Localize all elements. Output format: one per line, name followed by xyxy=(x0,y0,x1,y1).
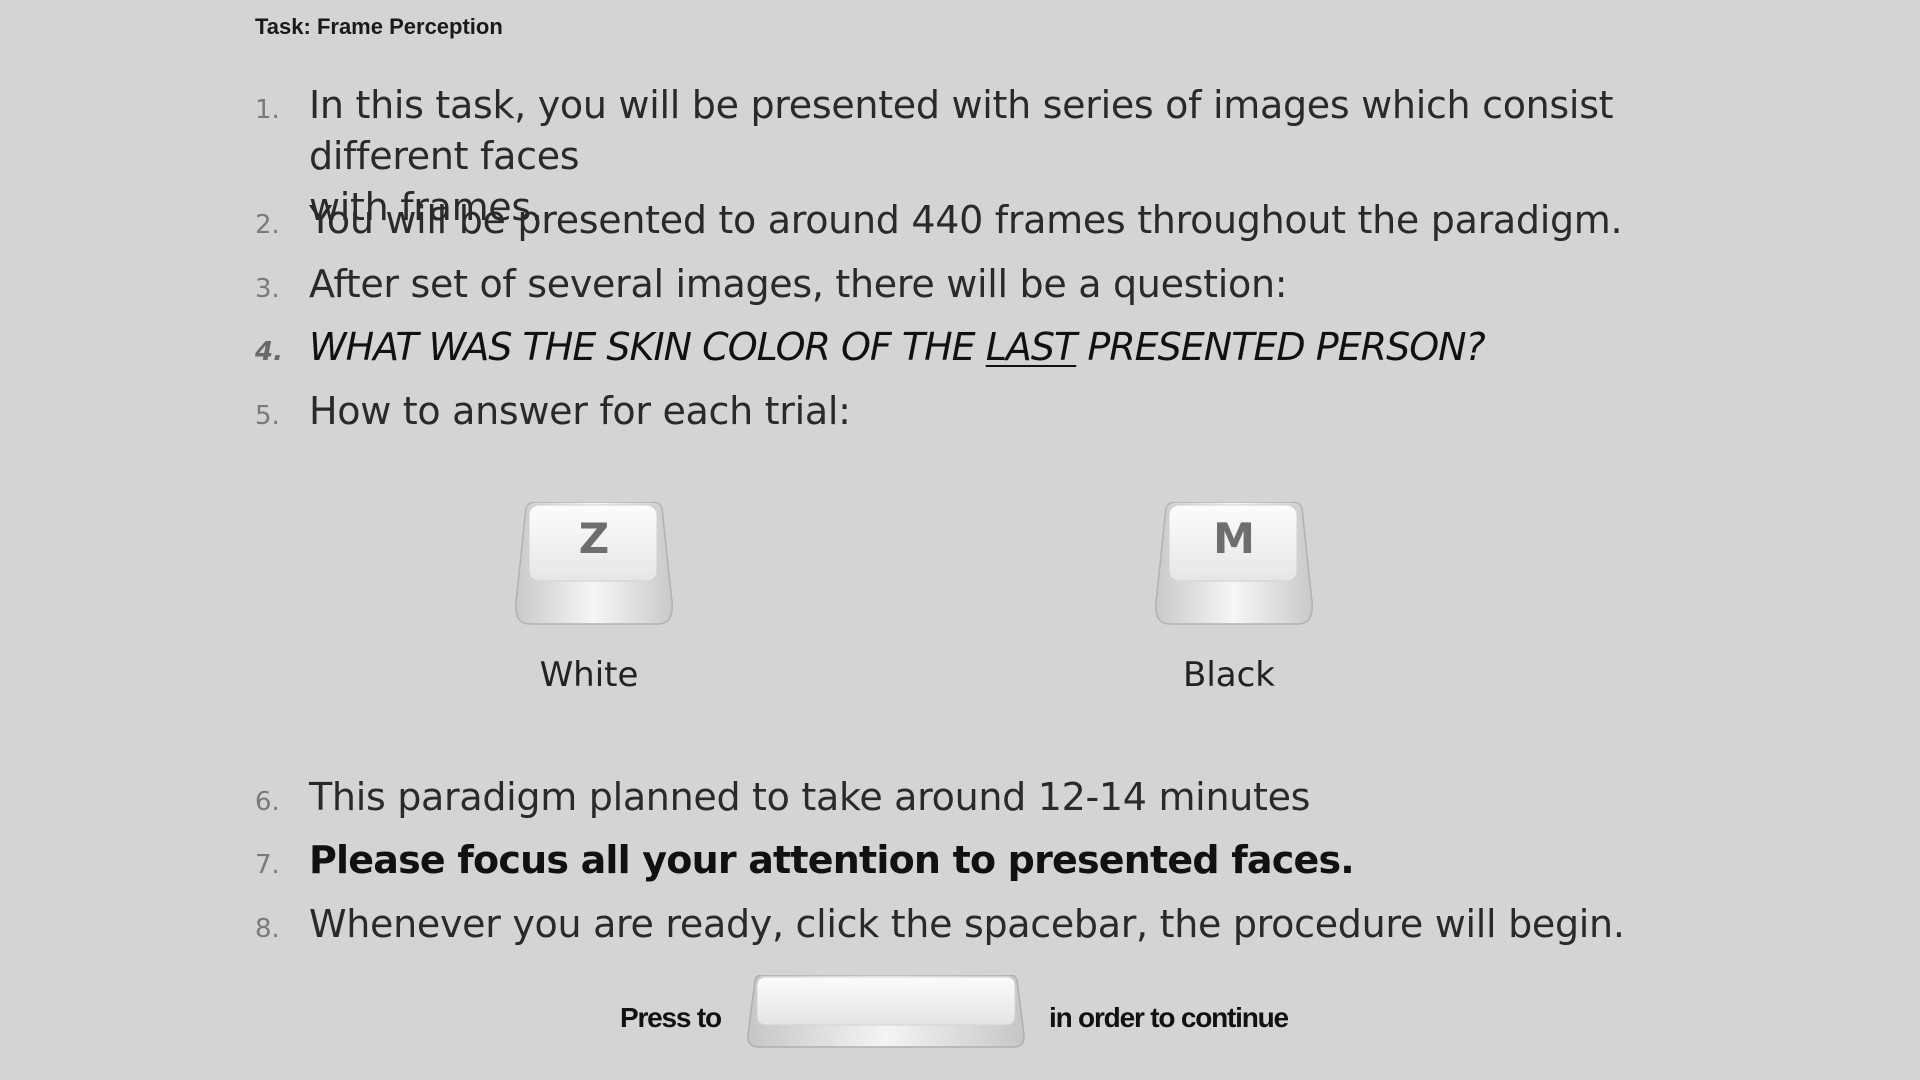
instruction-item-8: 8. Whenever you are ready, click the spa… xyxy=(255,899,1655,950)
question-text-before: WHAT WAS THE SKIN COLOR OF THE xyxy=(309,325,986,369)
z-key-icon: Z xyxy=(512,502,676,626)
instruction-item-6: 6. This paradigm planned to take around … xyxy=(255,772,1655,823)
item-text: Please focus all your attention to prese… xyxy=(309,838,1355,882)
item-text: This paradigm planned to take around 12-… xyxy=(309,775,1311,819)
footer-in-order-to-continue: in order to continue xyxy=(1049,1002,1289,1033)
item-text: You will be presented to around 440 fram… xyxy=(309,198,1623,242)
m-key-letter: M xyxy=(1213,514,1255,563)
item-number: 5. xyxy=(255,401,280,431)
item-number: 6. xyxy=(255,787,280,817)
instruction-item-4: 4. WHAT WAS THE SKIN COLOR OF THE LAST P… xyxy=(255,322,1655,373)
item-number: 3. xyxy=(255,274,280,304)
item-text: Whenever you are ready, click the spaceb… xyxy=(309,902,1625,946)
item-number: 8. xyxy=(255,914,280,944)
instruction-item-7: 7. Please focus all your attention to pr… xyxy=(255,835,1655,886)
item-number: 7. xyxy=(255,850,280,880)
spacebar-key-icon xyxy=(745,974,1027,1049)
instruction-item-3: 3. After set of several images, there wi… xyxy=(255,259,1655,310)
item-number: 2. xyxy=(255,210,280,240)
item-text-line1: In this task, you will be presented with… xyxy=(309,83,1614,178)
m-key-label: Black xyxy=(1183,655,1275,695)
z-key-letter: Z xyxy=(578,514,610,563)
footer-press-to: Press to xyxy=(620,1002,722,1033)
item-text: After set of several images, there will … xyxy=(309,262,1288,306)
m-key-icon: M xyxy=(1152,502,1316,626)
instruction-item-2: 2. You will be presented to around 440 f… xyxy=(255,195,1655,246)
question-text-underlined: LAST xyxy=(985,325,1077,369)
question-text-after: PRESENTED PERSON? xyxy=(1076,325,1485,369)
instruction-item-5: 5. How to answer for each trial: xyxy=(255,386,1655,437)
task-title: Task: Frame Perception xyxy=(255,14,503,39)
item-number: 4. xyxy=(255,337,283,367)
question-text: WHAT WAS THE SKIN COLOR OF THE LAST PRES… xyxy=(309,322,1486,373)
item-text: How to answer for each trial: xyxy=(309,389,851,433)
z-key-label: White xyxy=(539,655,639,695)
item-number: 1. xyxy=(255,95,280,125)
